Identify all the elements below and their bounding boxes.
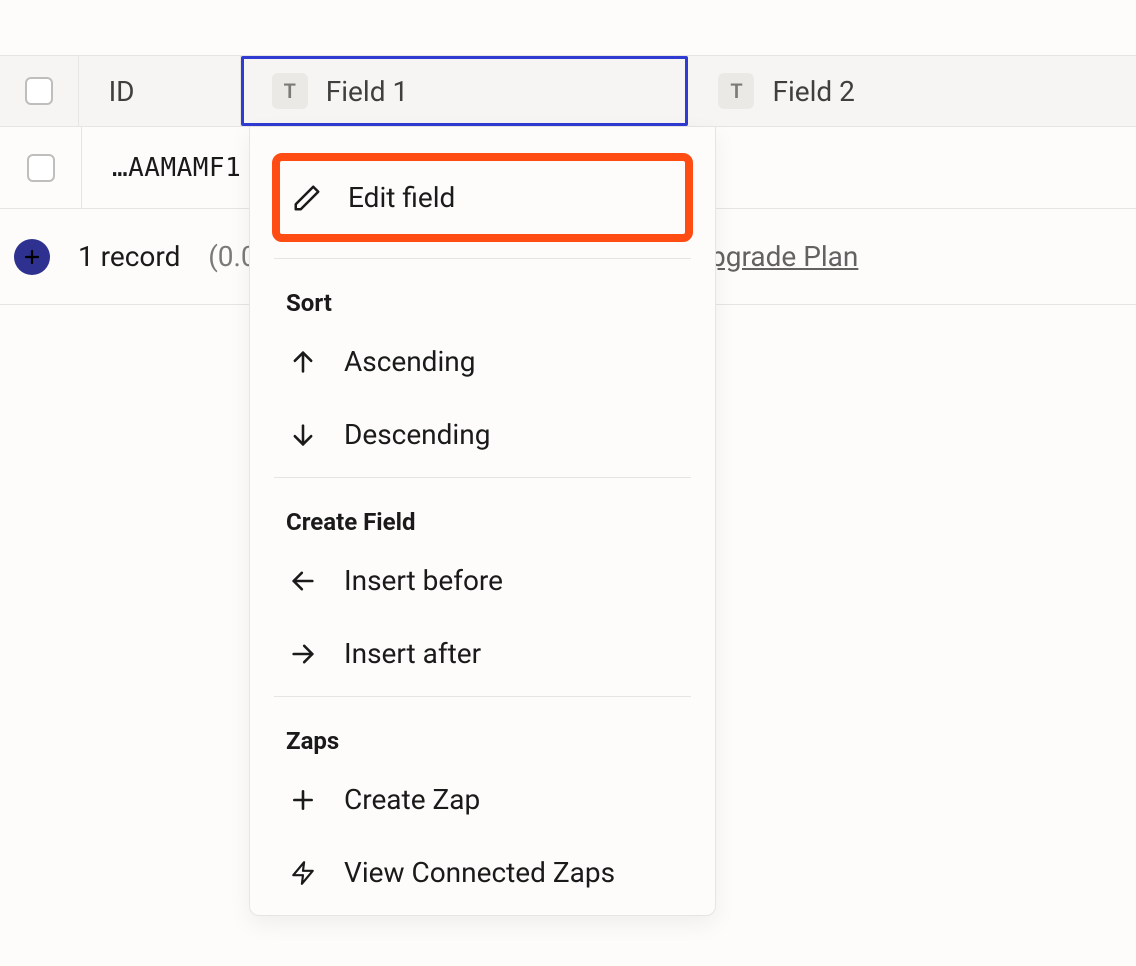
menu-divider xyxy=(274,477,691,478)
plus-icon xyxy=(23,248,41,266)
select-all-checkbox[interactable] xyxy=(25,77,53,105)
menu-item-edit-field-label: Edit field xyxy=(348,181,455,214)
column-header-field1[interactable]: T Field 1 xyxy=(241,56,689,126)
menu-section-sort: Sort xyxy=(250,265,715,325)
arrow-right-icon xyxy=(288,639,318,669)
cell-id-value: …AAMAMF1 xyxy=(112,153,241,183)
lightning-icon xyxy=(288,858,318,888)
arrow-up-icon xyxy=(288,347,318,377)
menu-item-sort-ascending[interactable]: Ascending xyxy=(274,325,691,398)
record-count-text: 1 record xyxy=(78,240,180,273)
menu-divider xyxy=(274,696,691,697)
menu-item-insert-before-label: Insert before xyxy=(344,564,503,597)
text-type-icon: T xyxy=(718,73,754,109)
menu-item-edit-field[interactable]: Edit field xyxy=(272,153,693,242)
menu-divider xyxy=(274,258,691,259)
column-header-id-label: ID xyxy=(109,75,135,108)
text-type-icon: T xyxy=(272,73,308,109)
menu-item-insert-before[interactable]: Insert before xyxy=(274,544,691,617)
menu-item-view-connected-zaps[interactable]: View Connected Zaps xyxy=(274,836,691,909)
menu-item-sort-descending-label: Descending xyxy=(344,418,490,451)
column-context-menu: Edit field Sort Ascending Descending Cre… xyxy=(249,127,716,916)
menu-item-insert-after-label: Insert after xyxy=(344,637,481,670)
arrow-down-icon xyxy=(288,420,318,450)
pencil-icon xyxy=(292,183,322,213)
column-header-field2[interactable]: T Field 2 xyxy=(688,56,1136,126)
arrow-left-icon xyxy=(288,566,318,596)
select-row-cell xyxy=(0,127,82,208)
menu-section-zaps: Zaps xyxy=(250,703,715,763)
menu-item-sort-ascending-label: Ascending xyxy=(344,345,475,378)
column-header-field2-label: Field 2 xyxy=(772,75,854,108)
menu-item-view-connected-zaps-label: View Connected Zaps xyxy=(344,856,615,889)
select-row-checkbox[interactable] xyxy=(27,154,55,182)
menu-item-sort-descending[interactable]: Descending xyxy=(274,398,691,471)
menu-item-insert-after[interactable]: Insert after xyxy=(274,617,691,690)
column-header-field1-label: Field 1 xyxy=(326,75,408,108)
select-all-cell xyxy=(0,56,79,126)
add-record-button[interactable] xyxy=(14,239,50,275)
record-count: 1 record (0.0 xyxy=(78,240,257,273)
table-header-row: ID T Field 1 T Field 2 xyxy=(0,55,1136,127)
plus-icon xyxy=(288,785,318,815)
menu-item-create-zap-label: Create Zap xyxy=(344,783,480,816)
cell-id[interactable]: …AAMAMF1 xyxy=(82,127,250,208)
upgrade-plan-link[interactable]: pgrade Plan xyxy=(710,240,858,273)
menu-section-create-field: Create Field xyxy=(250,484,715,544)
menu-item-create-zap[interactable]: Create Zap xyxy=(274,763,691,836)
column-header-id[interactable]: ID xyxy=(79,56,241,126)
